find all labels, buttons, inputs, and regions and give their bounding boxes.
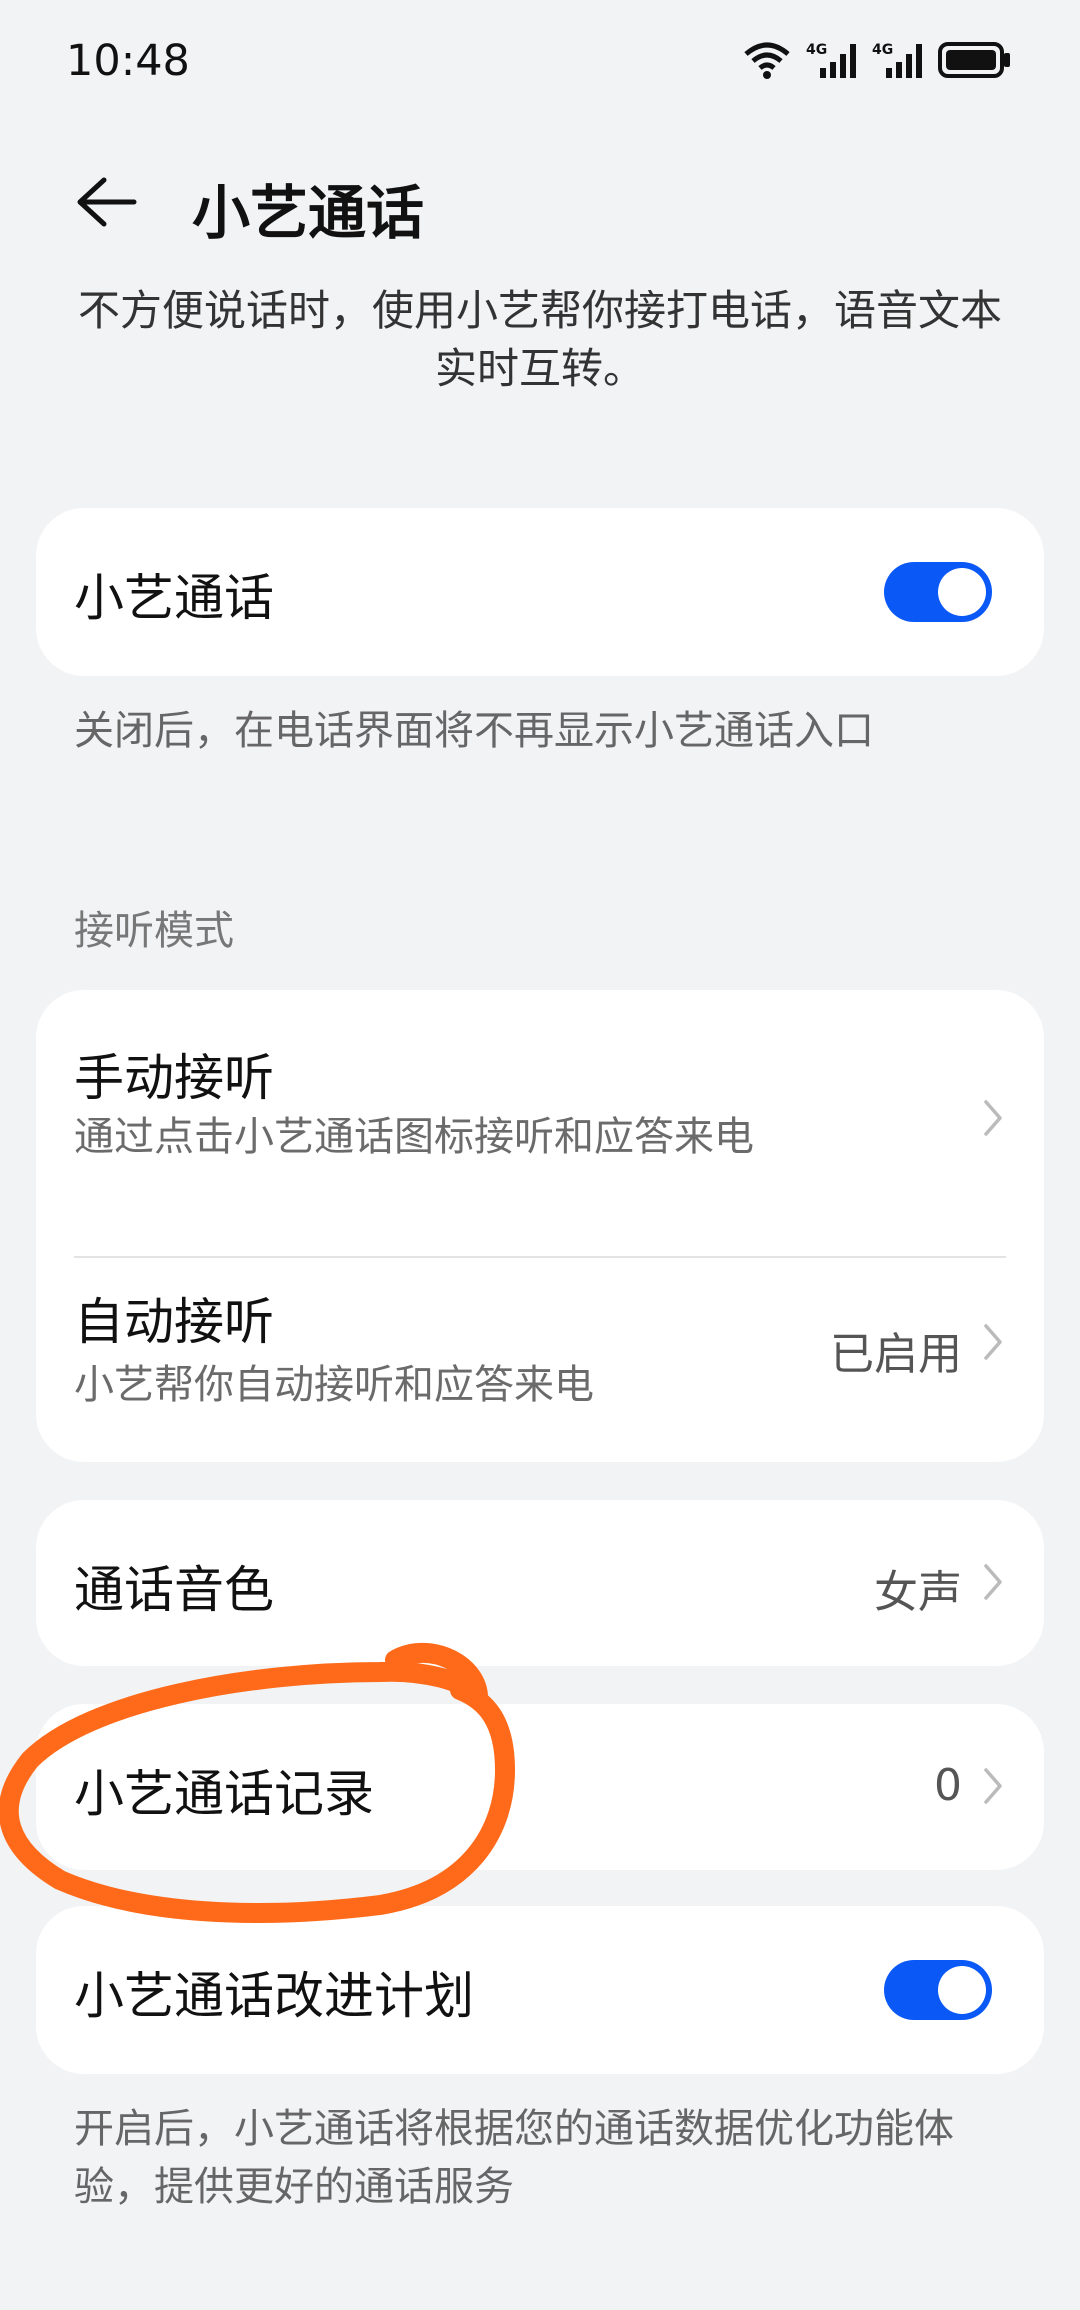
chevron-right-icon xyxy=(982,1098,1004,1142)
wifi-icon xyxy=(742,40,792,80)
answer-mode-label: 接听模式 xyxy=(74,908,234,954)
toggle-knob xyxy=(938,1966,986,2014)
status-bar: 10:48 4G 4G xyxy=(0,0,1080,120)
battery-icon xyxy=(938,42,1012,78)
intro-text: 不方便说话时，使用小艺帮你接打电话，语音文本实时互转。 xyxy=(77,286,1002,393)
main-toggle-label: 小艺通话 xyxy=(74,569,274,627)
status-time: 10:48 xyxy=(66,36,190,86)
improvement-plan-card: 小艺通话改进计划 xyxy=(36,1906,1044,2074)
improvement-plan-description: 开启后，小艺通话将根据您的通话数据优化功能体验，提供更好的通话服务 xyxy=(74,2106,954,2210)
main-toggle-card: 小艺通话 xyxy=(36,508,1044,676)
auto-answer-status: 已启用 xyxy=(830,1329,962,1380)
status-icons: 4G 4G xyxy=(742,38,1012,82)
answer-mode-card: 手动接听 通过点击小艺通话图标接听和应答来电 自动接听 小艺帮你自动接听和应答来… xyxy=(36,990,1044,1462)
chevron-right-icon xyxy=(982,1562,1004,1606)
svg-text:4G: 4G xyxy=(806,42,827,58)
main-toggle-switch[interactable] xyxy=(884,562,992,622)
voice-timbre-card[interactable]: 通话音色 女声 xyxy=(36,1500,1044,1666)
voice-timbre-value: 女声 xyxy=(874,1567,962,1618)
call-records-count: 0 xyxy=(934,1760,962,1811)
app-bar: 小艺通话 xyxy=(0,150,1080,250)
call-records-label: 小艺通话记录 xyxy=(74,1765,374,1823)
auto-answer-subtitle: 小艺帮你自动接听和应答来电 xyxy=(74,1362,594,1408)
back-arrow-icon xyxy=(74,174,138,230)
call-records-card[interactable]: 小艺通话记录 0 xyxy=(36,1704,1044,1870)
chevron-right-icon xyxy=(982,1322,1004,1366)
signal-icon: 4G xyxy=(806,40,858,80)
signal-icon: 4G xyxy=(872,40,924,80)
manual-answer-title: 手动接听 xyxy=(74,1049,274,1107)
toggle-knob xyxy=(938,568,986,616)
voice-timbre-label: 通话音色 xyxy=(74,1561,274,1619)
manual-answer-row[interactable]: 手动接听 通过点击小艺通话图标接听和应答来电 xyxy=(36,990,1044,1248)
back-button[interactable] xyxy=(66,162,146,242)
auto-answer-title: 自动接听 xyxy=(74,1293,274,1351)
page-title: 小艺通话 xyxy=(192,179,425,247)
main-toggle-description: 关闭后，在电话界面将不再显示小艺通话入口 xyxy=(74,708,874,754)
improvement-plan-switch[interactable] xyxy=(884,1960,992,2020)
auto-answer-row[interactable]: 自动接听 小艺帮你自动接听和应答来电 已启用 xyxy=(36,1258,1044,1462)
svg-text:4G: 4G xyxy=(872,42,893,58)
improvement-plan-label: 小艺通话改进计划 xyxy=(74,1967,474,2025)
manual-answer-subtitle: 通过点击小艺通话图标接听和应答来电 xyxy=(74,1114,754,1160)
chevron-right-icon xyxy=(982,1766,1004,1810)
